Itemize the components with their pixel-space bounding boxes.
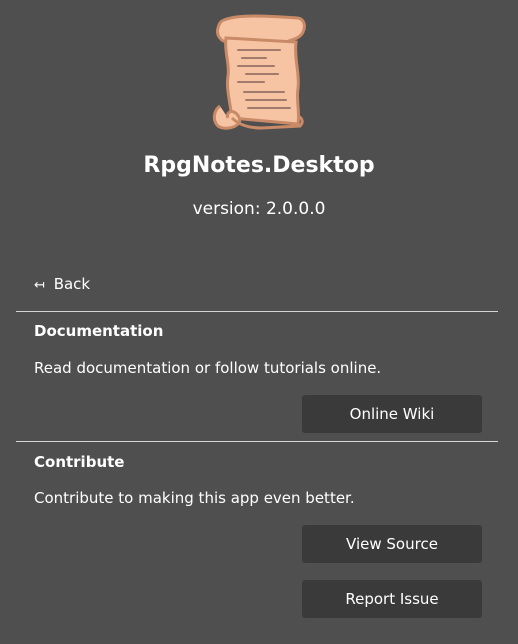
divider xyxy=(16,311,498,312)
documentation-description: Read documentation or follow tutorials o… xyxy=(34,359,382,377)
contribute-title: Contribute xyxy=(34,453,125,471)
online-wiki-button[interactable]: Online Wiki xyxy=(302,395,482,433)
scroll-icon xyxy=(212,14,306,130)
view-source-button[interactable]: View Source xyxy=(302,525,482,563)
back-label: Back xyxy=(53,275,91,293)
documentation-title: Documentation xyxy=(34,322,164,340)
back-arrow-icon: ↤ xyxy=(34,278,45,293)
report-issue-button[interactable]: Report Issue xyxy=(302,580,482,618)
divider xyxy=(16,441,498,442)
back-link[interactable]: ↤ Back xyxy=(34,273,90,297)
app-name: RpgNotes.Desktop xyxy=(143,153,375,178)
app-version: version: 2.0.0.0 xyxy=(192,199,326,219)
contribute-description: Contribute to making this app even bette… xyxy=(34,489,355,507)
